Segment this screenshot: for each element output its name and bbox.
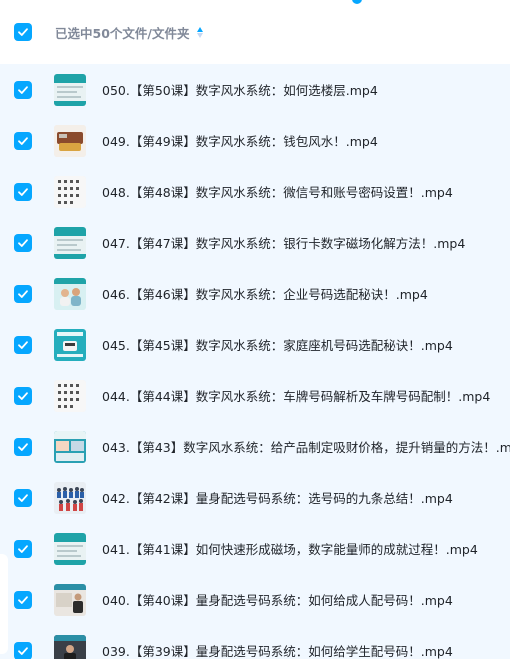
- video-thumbnail[interactable]: [54, 634, 86, 659]
- file-checkbox[interactable]: [14, 539, 32, 558]
- file-name[interactable]: 049.【第49课】数字风水系统：钱包风水！.mp4: [102, 131, 378, 150]
- checkmark-icon: [18, 646, 28, 655]
- video-thumbnail[interactable]: [54, 430, 86, 463]
- video-thumbnail[interactable]: [54, 226, 86, 259]
- scroll-indicator: [352, 0, 362, 4]
- file-checkbox[interactable]: [14, 284, 32, 303]
- file-row[interactable]: 050.【第50课】数字风水系统：如何选楼层.mp4: [0, 64, 510, 115]
- checkmark-icon: [18, 28, 28, 36]
- selection-header: 已选中50个文件/文件夹: [0, 0, 510, 64]
- selection-count-label: 已选中50个文件/文件夹: [55, 25, 190, 41]
- select-all-checkbox[interactable]: [14, 23, 32, 41]
- checkmark-icon: [18, 187, 28, 196]
- file-checkbox[interactable]: [14, 641, 32, 659]
- file-name[interactable]: 048.【第48课】数字风水系统：微信号和账号密码设置！.mp4: [102, 182, 453, 201]
- file-row[interactable]: 041.【第41课】如何快速形成磁场，数字能量师的成就过程！.mp4: [0, 523, 510, 574]
- checkmark-icon: [18, 289, 28, 298]
- file-checkbox[interactable]: [14, 386, 32, 405]
- file-checkbox[interactable]: [14, 131, 32, 150]
- video-thumbnail[interactable]: [54, 583, 86, 616]
- checkmark-icon: [18, 340, 28, 349]
- video-thumbnail[interactable]: [54, 379, 86, 412]
- file-row[interactable]: 049.【第49课】数字风水系统：钱包风水！.mp4: [0, 115, 510, 166]
- checkmark-icon: [18, 493, 28, 502]
- video-thumbnail[interactable]: [54, 532, 86, 565]
- file-checkbox[interactable]: [14, 488, 32, 507]
- checkmark-icon: [18, 442, 28, 451]
- file-row[interactable]: 039.【第39课】量身配选号码系统：如何给学生配号码！.mp4: [0, 625, 510, 659]
- file-row[interactable]: 046.【第46课】数字风水系统：企业号码选配秘诀！.mp4: [0, 268, 510, 319]
- checkmark-icon: [18, 238, 28, 247]
- file-name[interactable]: 044.【第44课】数字风水系统：车牌号码解析及车牌号码配制！.mp4: [102, 386, 490, 405]
- file-name[interactable]: 039.【第39课】量身配选号码系统：如何给学生配号码！.mp4: [102, 641, 453, 659]
- video-thumbnail[interactable]: [54, 124, 86, 157]
- file-name[interactable]: 043.【第43】数字风水系统：给产品制定吸财价格，提升销量的方法！.mp4: [102, 437, 510, 456]
- file-checkbox[interactable]: [14, 335, 32, 354]
- file-name[interactable]: 042.【第42课】量身配选号码系统：选号码的九条总结！.mp4: [102, 488, 453, 507]
- file-row[interactable]: 047.【第47课】数字风水系统：银行卡数字磁场化解方法！.mp4: [0, 217, 510, 268]
- video-thumbnail[interactable]: [54, 481, 86, 514]
- side-panel-handle[interactable]: [0, 554, 8, 654]
- file-name[interactable]: 047.【第47课】数字风水系统：银行卡数字磁场化解方法！.mp4: [102, 233, 465, 252]
- file-checkbox[interactable]: [14, 182, 32, 201]
- file-name[interactable]: 040.【第40课】量身配选号码系统：如何给成人配号码！.mp4: [102, 590, 453, 609]
- file-row[interactable]: 042.【第42课】量身配选号码系统：选号码的九条总结！.mp4: [0, 472, 510, 523]
- file-checkbox[interactable]: [14, 590, 32, 609]
- file-row[interactable]: 040.【第40课】量身配选号码系统：如何给成人配号码！.mp4: [0, 574, 510, 625]
- video-thumbnail[interactable]: [54, 328, 86, 361]
- checkmark-icon: [18, 595, 28, 604]
- file-name[interactable]: 045.【第45课】数字风水系统：家庭座机号码选配秘诀！.mp4: [102, 335, 453, 354]
- file-row[interactable]: 045.【第45课】数字风水系统：家庭座机号码选配秘诀！.mp4: [0, 319, 510, 370]
- file-name[interactable]: 041.【第41课】如何快速形成磁场，数字能量师的成就过程！.mp4: [102, 539, 478, 558]
- video-thumbnail[interactable]: [54, 175, 86, 208]
- file-name[interactable]: 046.【第46课】数字风水系统：企业号码选配秘诀！.mp4: [102, 284, 428, 303]
- file-checkbox[interactable]: [14, 233, 32, 252]
- sort-icon[interactable]: [195, 25, 205, 39]
- checkmark-icon: [18, 391, 28, 400]
- file-row[interactable]: 043.【第43】数字风水系统：给产品制定吸财价格，提升销量的方法！.mp4: [0, 421, 510, 472]
- file-row[interactable]: 044.【第44课】数字风水系统：车牌号码解析及车牌号码配制！.mp4: [0, 370, 510, 421]
- file-checkbox[interactable]: [14, 80, 32, 99]
- file-name[interactable]: 050.【第50课】数字风水系统：如何选楼层.mp4: [102, 80, 378, 99]
- video-thumbnail[interactable]: [54, 73, 86, 106]
- video-thumbnail[interactable]: [54, 277, 86, 310]
- checkmark-icon: [18, 85, 28, 94]
- checkmark-icon: [18, 136, 28, 145]
- file-checkbox[interactable]: [14, 437, 32, 456]
- checkmark-icon: [18, 544, 28, 553]
- file-row[interactable]: 048.【第48课】数字风水系统：微信号和账号密码设置！.mp4: [0, 166, 510, 217]
- file-list: 050.【第50课】数字风水系统：如何选楼层.mp4 049.【第49课】数字风水…: [0, 64, 510, 659]
